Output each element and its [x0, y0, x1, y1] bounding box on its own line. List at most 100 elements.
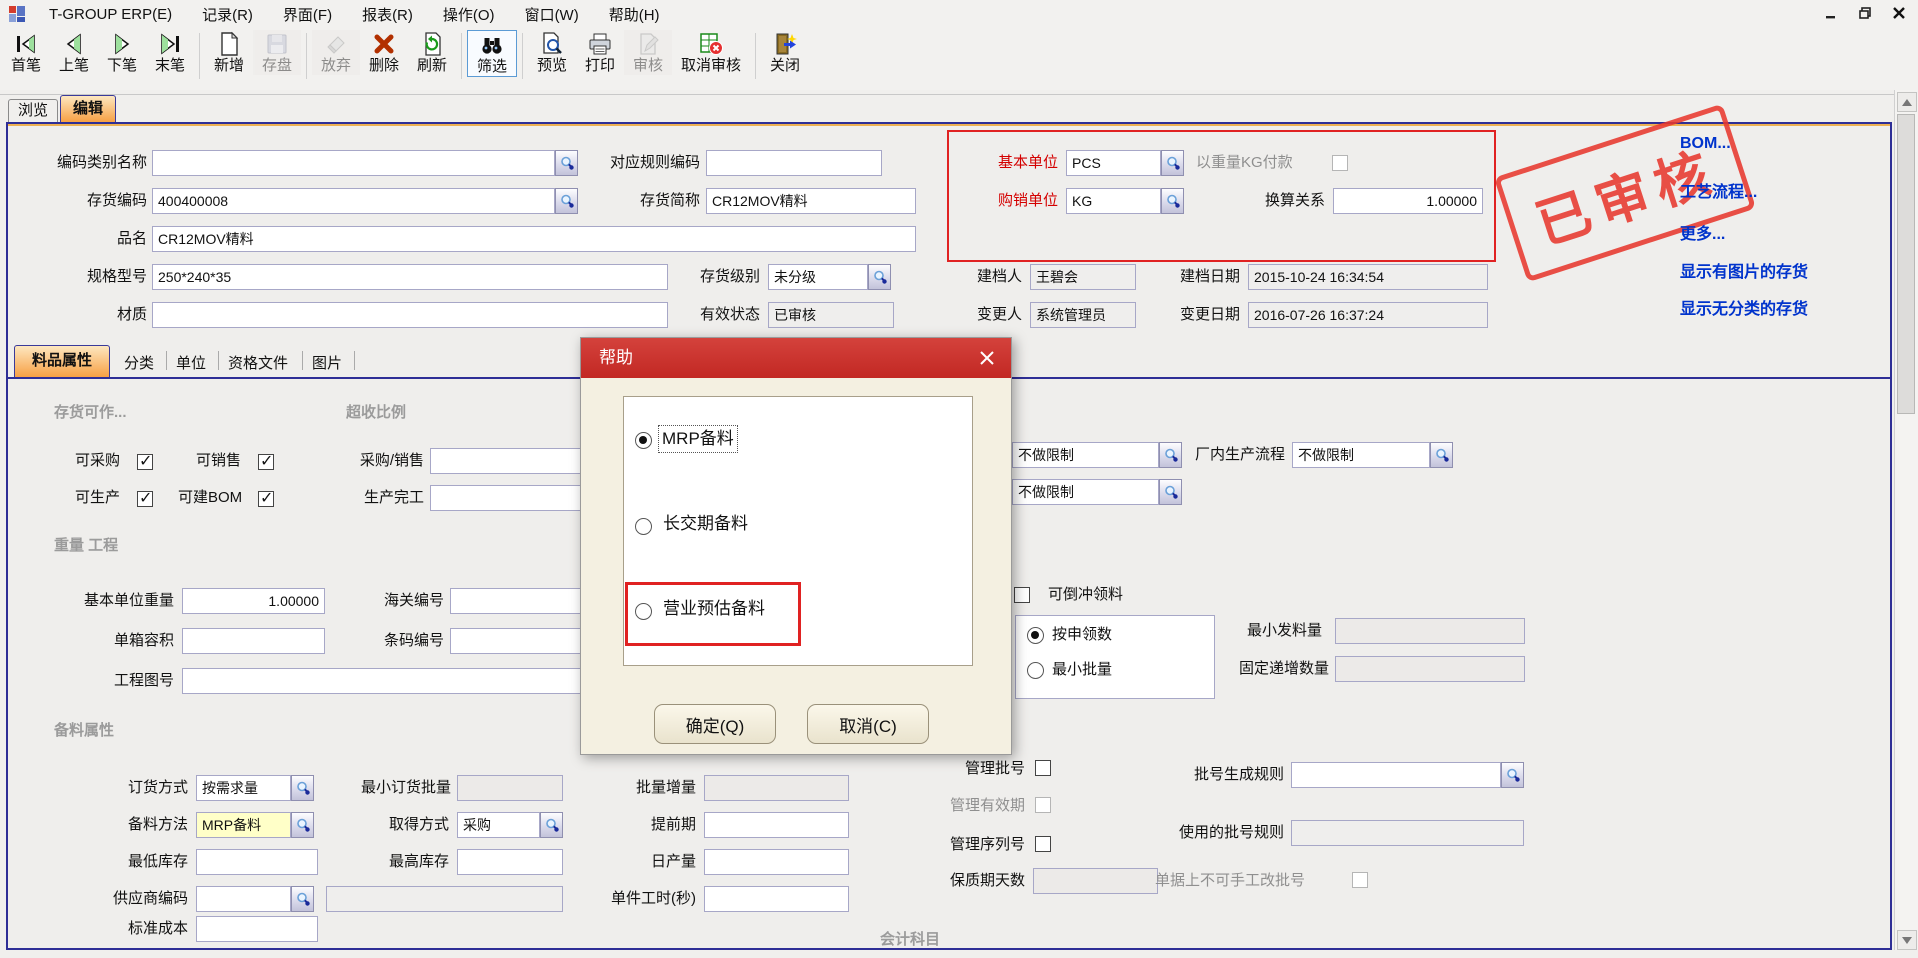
menu-item-help[interactable]: 帮助(H) [594, 4, 675, 25]
purchasable-checkbox[interactable] [137, 454, 153, 470]
factory-flow-label: 厂内生产流程 [1145, 442, 1285, 468]
dialog-option-long-lead-label[interactable]: 长交期备料 [663, 511, 748, 537]
level-field[interactable]: 未分级 [768, 264, 868, 290]
item-code-field[interactable]: 400400008 [152, 188, 555, 214]
link-process-flow[interactable]: 工艺流程... [1680, 178, 1757, 202]
subtab-classification[interactable]: 分类 [124, 352, 154, 373]
menu-item-interface[interactable]: 界面(F) [268, 4, 347, 25]
subtab-images[interactable]: 图片 [312, 352, 342, 373]
tab-edit[interactable]: 编辑 [60, 95, 116, 122]
toolbar-last-button[interactable]: 末笔 [146, 30, 194, 75]
dialog-ok-button[interactable]: 确定(Q) [654, 704, 776, 744]
prepare-method-field[interactable]: MRP备料 [196, 812, 291, 838]
restriction2-lookup-button[interactable] [1159, 479, 1182, 505]
producible-checkbox[interactable] [137, 491, 153, 507]
toolbar-delete-button[interactable]: 删除 [360, 30, 408, 75]
by-request-radio[interactable] [1027, 627, 1044, 644]
toolbar-next-button[interactable]: 下笔 [98, 30, 146, 75]
item-short-name-field[interactable]: CR12MOV精料 [706, 188, 916, 214]
customs-code-label: 海关编号 [304, 588, 444, 614]
next-record-icon [109, 31, 135, 57]
scrollbar-thumb[interactable] [1897, 114, 1915, 414]
min-batch-radio[interactable] [1027, 662, 1044, 679]
dialog-option-business-estimate-label[interactable]: 营业预估备料 [663, 596, 765, 622]
batch-rule-lookup-button[interactable] [1501, 762, 1524, 788]
order-mode-field[interactable]: 按需求量 [196, 775, 291, 801]
scroll-up-icon[interactable] [1897, 92, 1917, 112]
scroll-down-icon[interactable] [1897, 930, 1917, 950]
menu-item-app[interactable]: T-GROUP ERP(E) [34, 6, 187, 23]
factory-flow-field[interactable]: 不做限制 [1292, 442, 1430, 468]
supplier-code-field[interactable] [196, 886, 291, 912]
toolbar-new-button[interactable]: 新增 [205, 30, 253, 75]
over-receipt-section-header: 超收比例 [346, 401, 406, 422]
unit-time-field[interactable] [704, 886, 849, 912]
backflush-checkbox[interactable] [1014, 587, 1030, 603]
spec-field[interactable]: 250*240*35 [152, 264, 668, 290]
dialog-close-icon[interactable] [977, 348, 997, 368]
dialog-radio-long-lead[interactable] [635, 518, 652, 535]
minimize-icon[interactable] [1820, 4, 1842, 22]
toolbar-filter-button[interactable]: 筛选 [467, 30, 517, 77]
prepare-method-label: 备料方法 [48, 812, 188, 838]
dialog-radio-business-estimate[interactable] [635, 603, 652, 620]
eraser-icon [323, 31, 349, 57]
link-bom[interactable]: BOM... [1680, 135, 1731, 153]
shelf-life-label: 保质期天数 [885, 868, 1025, 894]
barcode-label: 条码编号 [304, 628, 444, 654]
manage-expiry-label: 管理有效期 [885, 793, 1025, 819]
sellable-checkbox[interactable] [258, 454, 274, 470]
material-field[interactable] [152, 302, 668, 328]
toolbar: 首笔 上笔 下笔 末笔 新增 存盘 放弃 删除 刷新 筛选 预览 打印 审核 取… [0, 28, 1918, 90]
std-cost-field[interactable] [196, 916, 318, 942]
toolbar-print-button[interactable]: 打印 [576, 30, 624, 75]
acquire-mode-field[interactable]: 采购 [457, 812, 540, 838]
product-name-field[interactable]: CR12MOV精料 [152, 226, 916, 252]
rule-code-field[interactable] [706, 150, 882, 176]
no-manual-batch-checkbox [1352, 872, 1368, 888]
supplier-name-field [326, 886, 563, 912]
subtab-qualification[interactable]: 资格文件 [228, 352, 288, 373]
supplier-lookup-button[interactable] [291, 886, 314, 912]
dialog-radio-mrp[interactable] [635, 432, 652, 449]
sellable-label: 可销售 [196, 448, 241, 474]
toolbar-refresh-button[interactable]: 刷新 [408, 30, 456, 75]
tab-browse[interactable]: 浏览 [8, 99, 58, 122]
dialog-cancel-button[interactable]: 取消(C) [807, 704, 929, 744]
link-show-unclassified[interactable]: 显示无分类的存货 [1680, 295, 1808, 319]
menu-item-window[interactable]: 窗口(W) [510, 4, 594, 25]
dialog-option-mrp-label[interactable]: MRP备料 [659, 426, 737, 452]
toolbar-first-button[interactable]: 首笔 [2, 30, 50, 75]
restriction-field-2[interactable]: 不做限制 [1012, 479, 1159, 505]
link-show-with-image[interactable]: 显示有图片的存货 [1680, 258, 1808, 282]
manage-batch-checkbox[interactable] [1035, 760, 1051, 776]
subtab-separator [166, 351, 167, 370]
subtab-units[interactable]: 单位 [176, 352, 206, 373]
unit-highlight-box [947, 130, 1496, 262]
lead-time-field[interactable] [704, 812, 849, 838]
menu-item-record[interactable]: 记录(R) [187, 4, 268, 25]
subtab-item-attributes[interactable]: 料品属性 [14, 345, 110, 377]
toolbar-cancel-audit-button[interactable]: 取消审核 [672, 30, 750, 75]
min-stock-field[interactable] [196, 849, 318, 875]
toolbar-close-button[interactable]: 关闭 [761, 30, 809, 75]
menu-item-report[interactable]: 报表(R) [347, 4, 428, 25]
max-stock-field[interactable] [457, 849, 563, 875]
manage-serial-checkbox[interactable] [1035, 836, 1051, 852]
batch-increment-field [704, 775, 849, 801]
coding-category-field[interactable] [152, 150, 555, 176]
toolbar-prev-button[interactable]: 上笔 [50, 30, 98, 75]
restriction-field-1[interactable]: 不做限制 [1012, 442, 1159, 468]
menu-item-operate[interactable]: 操作(O) [428, 4, 510, 25]
batch-rule-field[interactable] [1291, 762, 1501, 788]
link-more[interactable]: 更多... [1680, 220, 1725, 244]
toolbar-preview-button[interactable]: 预览 [528, 30, 576, 75]
toolbar-separator [755, 33, 756, 79]
manage-batch-label: 管理批号 [885, 756, 1025, 782]
close-window-icon[interactable] [1888, 4, 1910, 22]
spec-label: 规格型号 [7, 264, 147, 290]
factory-flow-lookup-button[interactable] [1430, 442, 1453, 468]
daily-output-field[interactable] [704, 849, 849, 875]
bom-allowed-checkbox[interactable] [258, 491, 274, 507]
restore-icon[interactable] [1854, 4, 1876, 22]
